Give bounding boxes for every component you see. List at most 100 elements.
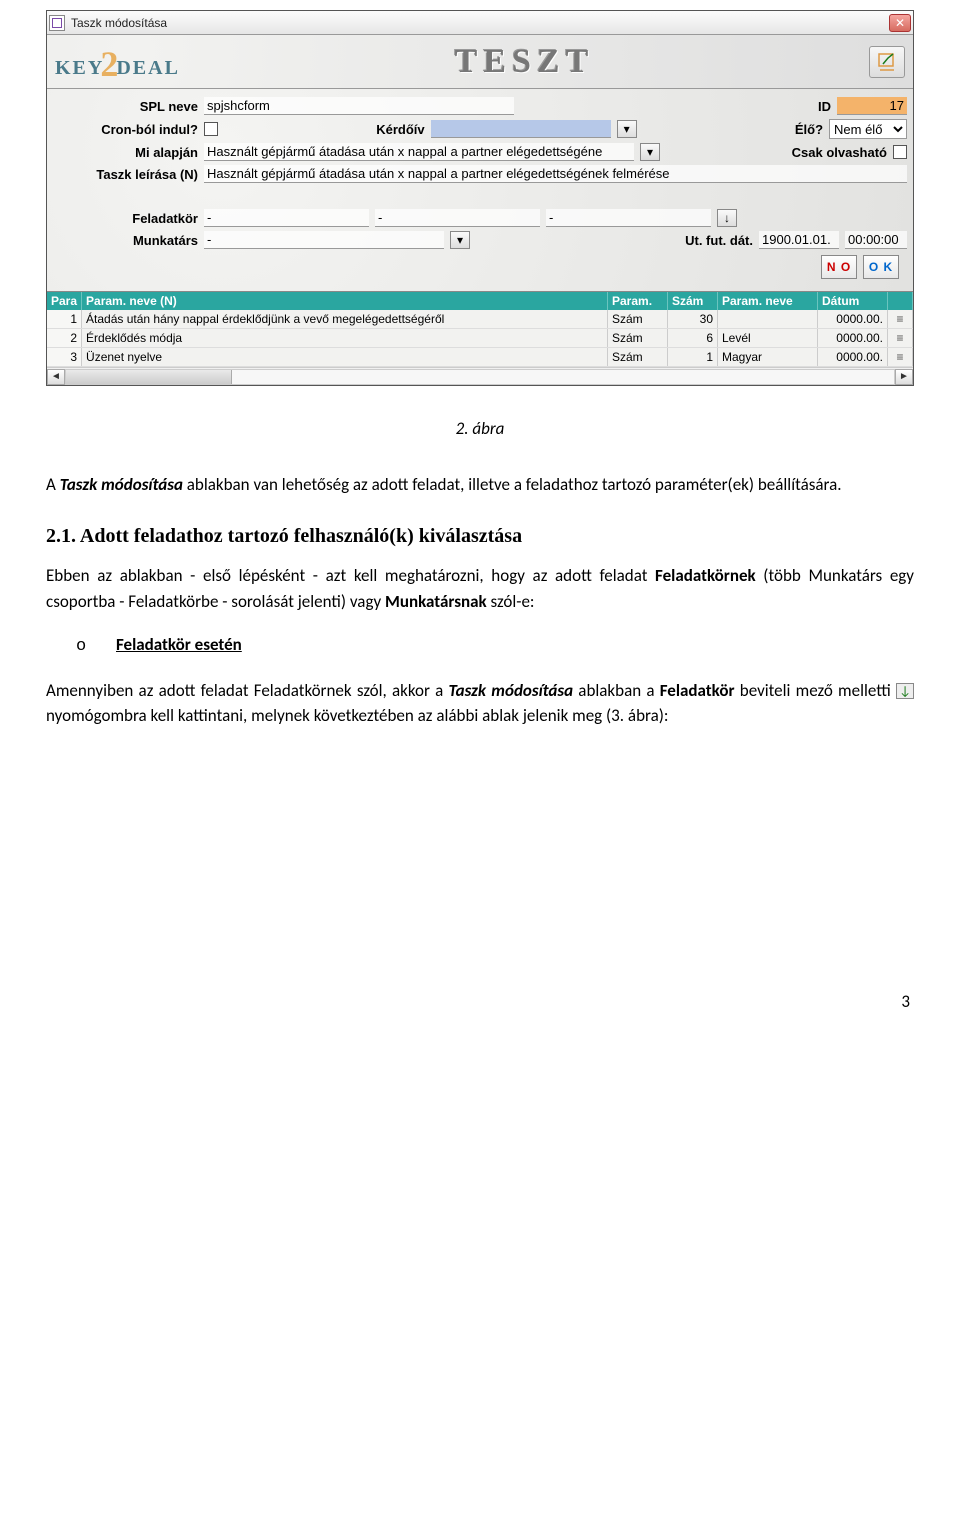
- mi-alapjan-dropdown[interactable]: ▾: [640, 143, 660, 161]
- page-number: 3: [46, 989, 914, 1015]
- taszk-leirasa-input[interactable]: [204, 165, 907, 183]
- term-feladatkor: Feladatkör: [660, 680, 735, 701]
- dashboard-icon: [877, 53, 897, 71]
- grid-header-row: Para Param. neve (N) Param. Szám Param. …: [47, 292, 913, 310]
- banner-center-text: TESZT: [455, 43, 595, 81]
- mi-alapjan-input[interactable]: [204, 143, 634, 161]
- kerdoiv-dropdown[interactable]: ▾: [617, 120, 637, 138]
- window-title: Taszk módosítása: [71, 16, 167, 30]
- figure-caption: 2. ábra: [46, 416, 914, 442]
- dashboard-button[interactable]: [869, 46, 905, 78]
- cell-date: 0000.00.: [818, 310, 888, 329]
- col-para: Para: [47, 292, 82, 310]
- edit-row-icon[interactable]: ≡: [892, 312, 908, 326]
- paragraph-1: A Taszk módosítása ablakban van lehetősé…: [46, 472, 914, 498]
- kerdoiv-label: Kérdőív: [376, 122, 424, 137]
- no-button[interactable]: N O: [821, 255, 857, 279]
- feladatkor-picker-button[interactable]: ↓: [717, 209, 737, 227]
- term-taszk-modositasa-2: Taszk módosítása: [448, 680, 573, 701]
- banner: KEY2DEAL TESZT: [47, 35, 913, 89]
- cron-label: Cron-ból indul?: [53, 122, 198, 137]
- col-szam: Szám: [668, 292, 718, 310]
- document-body: 2. ábra A Taszk módosítása ablakban van …: [46, 416, 914, 1014]
- feladatkor-input-1[interactable]: [204, 209, 369, 227]
- logo-left: KEY: [55, 57, 104, 79]
- utfutdat-date-input[interactable]: [759, 231, 839, 249]
- munkatars-label: Munkatárs: [53, 233, 198, 248]
- term-munkatarsnak: Munkatársnak: [385, 591, 487, 612]
- taszk-leirasa-label: Taszk leírása (N): [53, 167, 198, 182]
- munkatars-input[interactable]: [204, 231, 444, 249]
- id-label: ID: [818, 99, 831, 114]
- cell-name: Üzenet nyelve: [82, 348, 608, 367]
- cell-type: Szám: [608, 329, 668, 348]
- logo-right: DEAL: [116, 57, 180, 79]
- form-area: SPL neve ID Cron-ból indul? Kérdőív ▾ Él…: [47, 89, 913, 291]
- csak-olvashato-label: Csak olvasható: [792, 145, 887, 160]
- horizontal-scrollbar[interactable]: ◄ ►: [47, 367, 913, 385]
- table-row[interactable]: 3Üzenet nyelveSzám1Magyar0000.00. ≡: [47, 348, 913, 367]
- spl-neve-label: SPL neve: [53, 99, 198, 114]
- edit-row-icon[interactable]: ≡: [892, 350, 908, 364]
- table-row[interactable]: 1Átadás után hány nappal érdeklődjünk a …: [47, 310, 913, 329]
- col-paramneve2: Param. neve: [718, 292, 818, 310]
- scroll-thumb[interactable]: [66, 370, 232, 384]
- cell-name: Érdeklődés módja: [82, 329, 608, 348]
- cell-name: Átadás után hány nappal érdeklődjünk a v…: [82, 310, 608, 329]
- col-datum: Dátum: [818, 292, 888, 310]
- kerdoiv-input[interactable]: [431, 120, 611, 138]
- cell-rownum: 1: [47, 310, 82, 329]
- term-taszk-modositasa: Taszk módosítása: [60, 474, 183, 495]
- cell-type: Szám: [608, 348, 668, 367]
- elo-label: Élő?: [795, 122, 823, 137]
- row-action-cell[interactable]: ≡: [888, 310, 913, 329]
- elo-select[interactable]: Nem élő: [829, 119, 907, 139]
- paragraph-3: Amennyiben az adott feladat Feladatkörne…: [46, 678, 914, 729]
- edit-row-icon[interactable]: ≡: [892, 331, 908, 345]
- cell-type: Szám: [608, 310, 668, 329]
- task-edit-window: Taszk módosítása ✕ KEY2DEAL TESZT SPL ne…: [46, 10, 914, 386]
- utfutdat-label: Ut. fut. dát.: [685, 233, 753, 248]
- titlebar: Taszk módosítása ✕: [47, 11, 913, 35]
- feladatkor-input-3[interactable]: [546, 209, 711, 227]
- cell-rownum: 3: [47, 348, 82, 367]
- row-action-cell[interactable]: ≡: [888, 329, 913, 348]
- utfutdat-time-input[interactable]: [845, 231, 907, 249]
- scroll-track[interactable]: [65, 369, 895, 385]
- cell-name2: [718, 310, 818, 329]
- section-heading-2-1: 2.1. Adott feladathoz tartozó felhasznál…: [46, 521, 914, 551]
- close-button[interactable]: ✕: [889, 14, 911, 32]
- id-input[interactable]: [837, 97, 907, 115]
- bullet-feladatkor-eseten: Feladatkör esetén: [116, 632, 914, 660]
- cell-name2: Magyar: [718, 348, 818, 367]
- feladatkor-label: Feladatkör: [53, 211, 198, 226]
- scroll-right-arrow[interactable]: ►: [895, 369, 913, 385]
- params-grid: Para Param. neve (N) Param. Szám Param. …: [47, 291, 913, 385]
- spl-neve-input[interactable]: [204, 97, 514, 115]
- app-icon: [49, 15, 65, 31]
- key2deal-logo: KEY2DEAL: [55, 41, 180, 83]
- logo-two: 2: [100, 43, 120, 85]
- cell-num: 6: [668, 329, 718, 348]
- row-action-cell[interactable]: ≡: [888, 348, 913, 367]
- cell-date: 0000.00.: [818, 348, 888, 367]
- col-paramneve: Param. neve (N): [82, 292, 608, 310]
- csak-olvashato-checkbox[interactable]: [893, 145, 907, 159]
- munkatars-dropdown[interactable]: ▾: [450, 231, 470, 249]
- scroll-left-arrow[interactable]: ◄: [47, 369, 65, 385]
- down-arrow-button-icon: [896, 683, 914, 699]
- cell-rownum: 2: [47, 329, 82, 348]
- col-action: [888, 292, 913, 310]
- table-row[interactable]: 2Érdeklődés módjaSzám6Levél0000.00. ≡: [47, 329, 913, 348]
- cell-name2: Levél: [718, 329, 818, 348]
- cron-checkbox[interactable]: [204, 122, 218, 136]
- col-param-type: Param.: [608, 292, 668, 310]
- cell-num: 30: [668, 310, 718, 329]
- ok-button[interactable]: O K: [863, 255, 899, 279]
- feladatkor-input-2[interactable]: [375, 209, 540, 227]
- cell-date: 0000.00.: [818, 329, 888, 348]
- paragraph-2: Ebben az ablakban - első lépésként - azt…: [46, 563, 914, 614]
- cell-num: 1: [668, 348, 718, 367]
- term-feladatkornek: Feladatkörnek: [655, 565, 756, 586]
- mi-alapjan-label: Mi alapján: [53, 145, 198, 160]
